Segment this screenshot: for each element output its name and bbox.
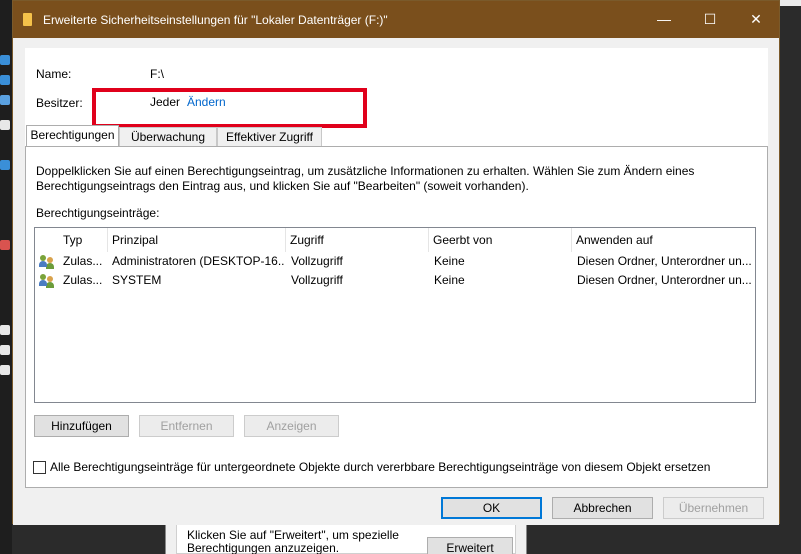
remove-button[interactable]: Entfernen [139, 415, 234, 437]
tab-permissions[interactable]: Berechtigungen [26, 125, 119, 147]
panel-description: Doppelklicken Sie auf einen Berechtigung… [36, 164, 695, 193]
folder-icon [23, 13, 32, 26]
background-app-strip [0, 0, 12, 554]
cell-principal: Administratoren (DESKTOP-16... [112, 254, 284, 268]
entries-label: Berechtigungseinträge: [36, 206, 160, 220]
cell-principal: SYSTEM [112, 273, 162, 287]
permission-entries-list[interactable]: Typ Prinzipal Zugriff Geerbt von Anwende… [34, 227, 756, 403]
dialog-footer: OK Abbrechen Übernehmen [13, 489, 779, 525]
cell-inherited: Keine [434, 254, 465, 268]
file-icon [0, 345, 10, 355]
app-icon [0, 55, 10, 65]
ok-button[interactable]: OK [441, 497, 542, 519]
cell-applies-to: Diesen Ordner, Unterordner un... [577, 273, 752, 287]
file-icon [0, 365, 10, 375]
cell-type: Zulas... [63, 254, 103, 268]
tab-auditing[interactable]: Überwachung [119, 127, 217, 147]
close-button[interactable]: ✕ [733, 1, 779, 38]
view-button[interactable]: Anzeigen [244, 415, 339, 437]
apply-button[interactable]: Übernehmen [663, 497, 764, 519]
column-header-applies-to[interactable]: Anwenden auf [572, 228, 756, 252]
name-value: F:\ [150, 67, 164, 81]
app-icon [0, 95, 10, 105]
minimize-button[interactable]: — [641, 1, 687, 38]
name-label: Name: [36, 67, 72, 81]
cell-type: Zulas... [63, 273, 103, 287]
table-row[interactable]: Zulas... Administratoren (DESKTOP-16... … [35, 252, 755, 271]
highlight-box [92, 88, 367, 128]
app-icon [0, 160, 10, 170]
app-icon [0, 75, 10, 85]
background-properties-dialog: Klicken Sie auf "Erweitert", um speziell… [165, 520, 527, 554]
column-header-type[interactable]: Typ [59, 228, 108, 252]
advanced-button[interactable]: Erweitert [427, 537, 513, 554]
owner-label: Besitzer: [36, 96, 83, 110]
window-title: Erweiterte Sicherheitseinstellungen für … [43, 13, 388, 27]
replace-child-permissions-label: Alle Berechtigungseinträge für untergeor… [50, 460, 711, 474]
cancel-button[interactable]: Abbrechen [552, 497, 653, 519]
cell-applies-to: Diesen Ordner, Unterordner un... [577, 254, 752, 268]
table-row[interactable]: Zulas... SYSTEM Vollzugriff Keine Diesen… [35, 271, 755, 290]
file-icon [0, 120, 10, 130]
cell-access: Vollzugriff [291, 254, 343, 268]
maximize-button[interactable]: ☐ [687, 1, 733, 38]
replace-child-permissions-checkbox[interactable] [33, 461, 46, 474]
column-header-access[interactable]: Zugriff [286, 228, 429, 252]
advanced-security-window: Erweiterte Sicherheitseinstellungen für … [12, 0, 780, 525]
permissions-panel: Doppelklicken Sie auf einen Berechtigung… [25, 146, 768, 488]
tab-effective-access[interactable]: Effektiver Zugriff [217, 127, 322, 147]
file-icon [0, 325, 10, 335]
column-header-principal[interactable]: Prinzipal [108, 228, 286, 252]
title-bar[interactable]: Erweiterte Sicherheitseinstellungen für … [13, 1, 779, 38]
app-icon [0, 240, 10, 250]
background-dialog-group: Klicken Sie auf "Erweitert", um speziell… [176, 524, 516, 554]
users-icon [39, 254, 55, 269]
users-icon [39, 273, 55, 288]
cell-inherited: Keine [434, 273, 465, 287]
cell-access: Vollzugriff [291, 273, 343, 287]
background-dialog-hint: Klicken Sie auf "Erweitert", um speziell… [187, 528, 399, 554]
column-header-inherited[interactable]: Geerbt von [429, 228, 572, 252]
add-button[interactable]: Hinzufügen [34, 415, 129, 437]
